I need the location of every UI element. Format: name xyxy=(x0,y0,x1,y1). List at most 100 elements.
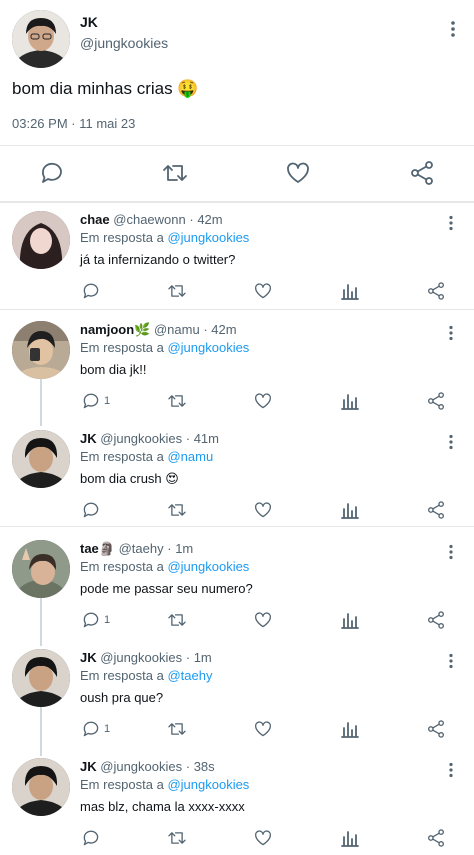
avatar[interactable] xyxy=(12,758,70,816)
replying-to-link[interactable]: @namu xyxy=(167,449,213,464)
more-icon[interactable] xyxy=(448,325,454,341)
more-icon[interactable] xyxy=(448,434,454,450)
like-icon[interactable] xyxy=(252,826,274,850)
author-handle[interactable]: @namu xyxy=(154,322,200,337)
share-icon[interactable] xyxy=(425,498,447,522)
analytics-icon[interactable] xyxy=(339,608,361,632)
retweet-icon[interactable] xyxy=(166,826,188,850)
reply-actions xyxy=(80,826,460,850)
retweet-icon[interactable] xyxy=(166,608,188,632)
reply-tweet[interactable]: JK @jungkookies · 41m Em resposta a @nam… xyxy=(0,422,474,531)
more-icon[interactable] xyxy=(448,215,454,231)
reply-header: tae🗿 @taehy · 1m xyxy=(80,541,193,557)
author-handle[interactable]: @jungkookies xyxy=(100,650,182,665)
author-name[interactable]: namjoon🌿 xyxy=(80,322,150,337)
main-actions xyxy=(0,158,474,190)
tweet-timestamp: 03:26 PM · 11 mai 23 xyxy=(12,116,135,131)
reply-button[interactable]: 1 xyxy=(80,717,110,741)
reply-tweet[interactable]: chae @chaewonn · 42m Em resposta a @jung… xyxy=(0,203,474,312)
author-handle[interactable]: @jungkookies xyxy=(80,35,168,51)
like-icon[interactable] xyxy=(252,608,274,632)
analytics-icon[interactable] xyxy=(339,826,361,850)
replying-label: Em resposta a xyxy=(80,777,164,792)
reply-button[interactable] xyxy=(80,498,104,522)
author-name[interactable]: JK xyxy=(80,650,97,665)
more-icon[interactable] xyxy=(450,20,456,38)
share-icon[interactable] xyxy=(425,717,447,741)
reply-tweet[interactable]: tae🗿 @taehy · 1m Em resposta a @jungkook… xyxy=(0,532,474,641)
retweet-icon[interactable] xyxy=(166,279,188,303)
like-icon[interactable] xyxy=(252,498,274,522)
reply-actions: 1 xyxy=(80,389,460,413)
reply-count: 1 xyxy=(104,395,111,407)
replying-to: Em resposta a @jungkookies xyxy=(80,777,249,792)
avatar[interactable] xyxy=(12,211,70,269)
author-name[interactable]: JK xyxy=(80,431,97,446)
reply-tweet[interactable]: JK @jungkookies · 1m Em resposta a @taeh… xyxy=(0,641,474,750)
separator-dot: · xyxy=(167,541,172,556)
share-icon[interactable] xyxy=(425,279,447,303)
reply-icon[interactable] xyxy=(37,158,67,188)
reply-time: 41m xyxy=(193,431,219,446)
avatar[interactable] xyxy=(12,540,70,598)
reply-text: bom dia jk!! xyxy=(80,362,147,377)
replying-to: Em resposta a @jungkookies xyxy=(80,559,249,574)
share-icon[interactable] xyxy=(407,158,437,188)
author-handle[interactable]: @taehy xyxy=(119,541,164,556)
like-icon[interactable] xyxy=(283,158,313,188)
retweet-icon[interactable] xyxy=(166,717,188,741)
analytics-icon[interactable] xyxy=(339,498,361,522)
reply-text: já ta infernizando o twitter? xyxy=(80,252,236,267)
separator-dot: · xyxy=(185,650,191,665)
share-icon[interactable] xyxy=(425,826,447,850)
replying-to-link[interactable]: @jungkookies xyxy=(167,230,249,245)
replying-to-link[interactable]: @jungkookies xyxy=(167,559,249,574)
avatar[interactable] xyxy=(12,321,70,379)
replying-to-link[interactable]: @jungkookies xyxy=(167,777,249,792)
avatar[interactable] xyxy=(12,430,70,488)
like-icon[interactable] xyxy=(252,717,274,741)
author-name[interactable]: tae🗿 xyxy=(80,541,115,556)
reply-icon xyxy=(80,827,102,849)
reply-text: bom dia crush 😍 xyxy=(80,471,179,486)
reply-tweet[interactable]: JK @jungkookies · 38s Em resposta a @jun… xyxy=(0,750,474,855)
share-icon[interactable] xyxy=(425,608,447,632)
analytics-icon[interactable] xyxy=(339,279,361,303)
avatar[interactable] xyxy=(12,10,70,68)
more-icon[interactable] xyxy=(448,544,454,560)
more-icon[interactable] xyxy=(448,653,454,669)
reply-button[interactable] xyxy=(80,279,104,303)
analytics-icon[interactable] xyxy=(339,717,361,741)
replying-label: Em resposta a xyxy=(80,449,164,464)
tweet-time: 03:26 PM xyxy=(12,116,68,131)
retweet-icon[interactable] xyxy=(166,389,188,413)
more-icon[interactable] xyxy=(448,762,454,778)
reply-tweet[interactable]: namjoon🌿 @namu · 42m Em resposta a @jung… xyxy=(0,313,474,422)
author-name[interactable]: JK xyxy=(80,759,97,774)
avatar[interactable] xyxy=(12,649,70,707)
reply-time: 42m xyxy=(211,322,237,337)
author-name[interactable]: JK xyxy=(80,14,98,30)
like-icon[interactable] xyxy=(252,389,274,413)
reply-button[interactable] xyxy=(80,826,104,850)
reply-header: namjoon🌿 @namu · 42m xyxy=(80,322,237,338)
reply-button[interactable]: 1 xyxy=(80,389,110,413)
reply-actions xyxy=(80,279,460,303)
author-handle[interactable]: @chaewonn xyxy=(113,212,185,227)
author-handle[interactable]: @jungkookies xyxy=(100,431,182,446)
replying-to-link[interactable]: @taehy xyxy=(167,668,212,683)
replying-to: Em resposta a @jungkookies xyxy=(80,340,249,355)
reply-button[interactable]: 1 xyxy=(80,608,110,632)
separator-dot: · xyxy=(189,212,194,227)
retweet-icon[interactable] xyxy=(166,498,188,522)
replying-to-link[interactable]: @jungkookies xyxy=(167,340,249,355)
author-handle[interactable]: @jungkookies xyxy=(100,759,182,774)
analytics-icon[interactable] xyxy=(339,389,361,413)
like-icon[interactable] xyxy=(252,279,274,303)
retweet-icon[interactable] xyxy=(160,158,190,188)
share-icon[interactable] xyxy=(425,389,447,413)
author-name[interactable]: chae xyxy=(80,212,110,227)
reply-icon xyxy=(80,280,102,302)
replying-label: Em resposta a xyxy=(80,230,164,245)
replying-label: Em resposta a xyxy=(80,559,164,574)
